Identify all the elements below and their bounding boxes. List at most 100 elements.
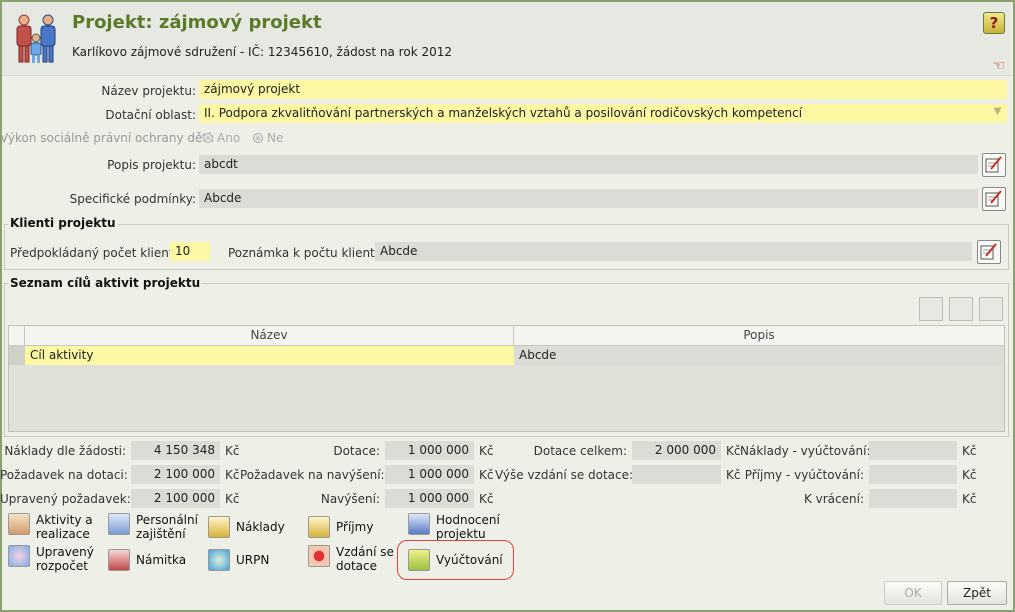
row-selector-header xyxy=(9,326,25,346)
currency-label: Kč xyxy=(225,468,240,482)
subsidy-request-value: 2 100 000 xyxy=(131,465,220,484)
personnel-label: Personální zajištění xyxy=(136,513,198,541)
adjusted-request-value: 2 100 000 xyxy=(131,489,220,508)
edit-goal-icon[interactable] xyxy=(949,297,973,321)
adjusted-budget-label: Upravený rozpočet xyxy=(36,545,94,573)
increase-label: Navýšení: xyxy=(320,492,380,506)
client-note-label: Poznámka k počtu klientů: xyxy=(228,246,387,260)
currency-label: Kč xyxy=(479,468,494,482)
objection-action[interactable]: Námitka xyxy=(108,549,203,571)
pie-chart-icon xyxy=(8,545,30,567)
refund-value xyxy=(869,489,957,508)
settlement-income-label: Příjmy - vyúčtování: xyxy=(744,468,864,482)
page-title: Projekt: zájmový projekt xyxy=(72,12,322,33)
settlement-costs-value xyxy=(869,441,957,460)
objection-label: Námitka xyxy=(136,553,187,567)
activities-label: Aktivity a realizace xyxy=(36,513,93,541)
refund-label: K vrácení: xyxy=(803,492,864,506)
goals-group-title: Seznam cílů aktivit projektu xyxy=(8,276,203,290)
activities-action[interactable]: Aktivity a realizace xyxy=(8,513,103,541)
currency-label: Kč xyxy=(225,444,240,458)
evaluation-action[interactable]: Hodnocení projektu xyxy=(408,513,508,541)
hand-icon[interactable]: ☜ xyxy=(992,58,1005,74)
subsidy-total-value: 2 000 000 xyxy=(632,441,721,460)
edit-description-button[interactable] xyxy=(982,153,1006,177)
currency-label: Kč xyxy=(962,444,977,458)
coins-plus-icon xyxy=(308,516,330,538)
radio-no[interactable]: Ne xyxy=(253,131,283,145)
specific-conditions-label: Specifické podmínky: xyxy=(69,192,196,206)
page-subtitle: Karlíkovo zájmové sdružení - IČ: 1234561… xyxy=(72,45,452,59)
edit-client-note-button[interactable] xyxy=(977,240,1001,264)
subsidy-waiver-label: Výše vzdání se dotace: xyxy=(495,468,634,482)
costs-action[interactable]: Náklady xyxy=(208,516,303,538)
increase-request-label: Požadavek na navýšení: xyxy=(240,468,385,482)
currency-label: Kč xyxy=(479,492,494,506)
client-note-field[interactable]: Abcde xyxy=(375,242,972,261)
edit-note-icon xyxy=(985,190,1002,207)
radio-no-label: Ne xyxy=(267,131,284,145)
personnel-action[interactable]: Personální zajištění xyxy=(108,513,203,541)
back-button[interactable]: Zpět xyxy=(947,581,1007,605)
edit-conditions-button[interactable] xyxy=(982,187,1006,211)
adjusted-budget-action[interactable]: Upravený rozpočet xyxy=(8,545,103,573)
specific-conditions-field[interactable]: Abcde xyxy=(199,189,978,208)
income-label: Příjmy xyxy=(336,520,374,534)
subsidy-request-label: Požadavek na dotaci: xyxy=(0,468,128,482)
subsidy-label: Dotace: xyxy=(333,444,380,458)
column-header-description[interactable]: Popis xyxy=(514,326,1004,346)
goal-description-cell: Abcde xyxy=(514,346,1004,365)
objection-icon xyxy=(108,549,130,571)
project-description-field[interactable]: abcdt xyxy=(199,155,978,174)
ok-button[interactable]: OK xyxy=(884,581,942,605)
add-goal-icon[interactable] xyxy=(919,297,943,321)
currency-label: Kč xyxy=(962,492,977,506)
pie-chart-icon xyxy=(208,549,230,571)
subsidy-value: 1 000 000 xyxy=(385,441,474,460)
increase-request-value: 1 000 000 xyxy=(385,465,474,484)
people-icon xyxy=(8,513,30,535)
help-icon: ? xyxy=(989,14,999,32)
settlement-costs-label: Náklady - vyúčtování: xyxy=(740,444,871,458)
currency-label: Kč xyxy=(225,492,240,506)
edit-note-icon xyxy=(980,243,997,260)
goals-table: Název Popis Cíl aktivity Abcde xyxy=(8,325,1005,432)
subsidy-area-select[interactable]: II. Podpora zkvalitňování partnerských a… xyxy=(199,104,1007,123)
family-icon xyxy=(16,14,56,63)
currency-label: Kč xyxy=(726,468,741,482)
settlement-income-value xyxy=(869,465,957,484)
client-count-input[interactable]: 10 xyxy=(170,242,210,261)
adjusted-request-label: Upravený požadavek: xyxy=(0,492,131,506)
goal-name-cell: Cíl aktivity xyxy=(25,346,514,365)
column-header-name[interactable]: Název xyxy=(25,326,514,346)
costs-label: Náklady xyxy=(236,520,285,534)
subsidy-area-label: Dotační oblast: xyxy=(105,108,196,122)
urpn-action[interactable]: URPN xyxy=(208,549,303,571)
cancel-hand-icon xyxy=(308,545,330,567)
coins-minus-icon xyxy=(208,516,230,538)
project-name-input[interactable]: zájmový projekt xyxy=(199,80,1007,99)
currency-label: Kč xyxy=(479,444,494,458)
child-protection-label: Výkon sociálně právní ochrany dětí: xyxy=(0,131,215,145)
dropdown-arrow-icon[interactable]: ▼ xyxy=(990,106,1005,121)
subsidy-waiver-value xyxy=(632,465,721,484)
evaluation-label: Hodnocení projektu xyxy=(436,513,500,541)
costs-requested-value: 4 150 348 xyxy=(131,441,220,460)
urpn-label: URPN xyxy=(236,553,270,567)
help-button[interactable]: ? xyxy=(983,12,1005,34)
project-description-label: Popis projektu: xyxy=(107,158,196,172)
income-action[interactable]: Příjmy xyxy=(308,516,403,538)
clients-group-title: Klienti projektu xyxy=(8,216,118,230)
radio-yes[interactable]: Ano xyxy=(203,131,240,145)
header: Projekt: zájmový projekt Karlíkovo zájmo… xyxy=(2,2,1011,76)
increase-value: 1 000 000 xyxy=(385,489,474,508)
delete-goal-icon[interactable] xyxy=(979,297,1003,321)
row-selector[interactable] xyxy=(9,346,25,365)
subsidy-area-value: II. Podpora zkvalitňování partnerských a… xyxy=(204,106,803,120)
project-name-label: Název projektu: xyxy=(101,84,196,98)
waiver-action[interactable]: Vzdání se dotace xyxy=(308,545,403,573)
currency-label: Kč xyxy=(962,468,977,482)
edit-note-icon xyxy=(985,156,1002,173)
settlement-highlight xyxy=(397,540,514,580)
waiver-label: Vzdání se dotace xyxy=(336,545,394,573)
